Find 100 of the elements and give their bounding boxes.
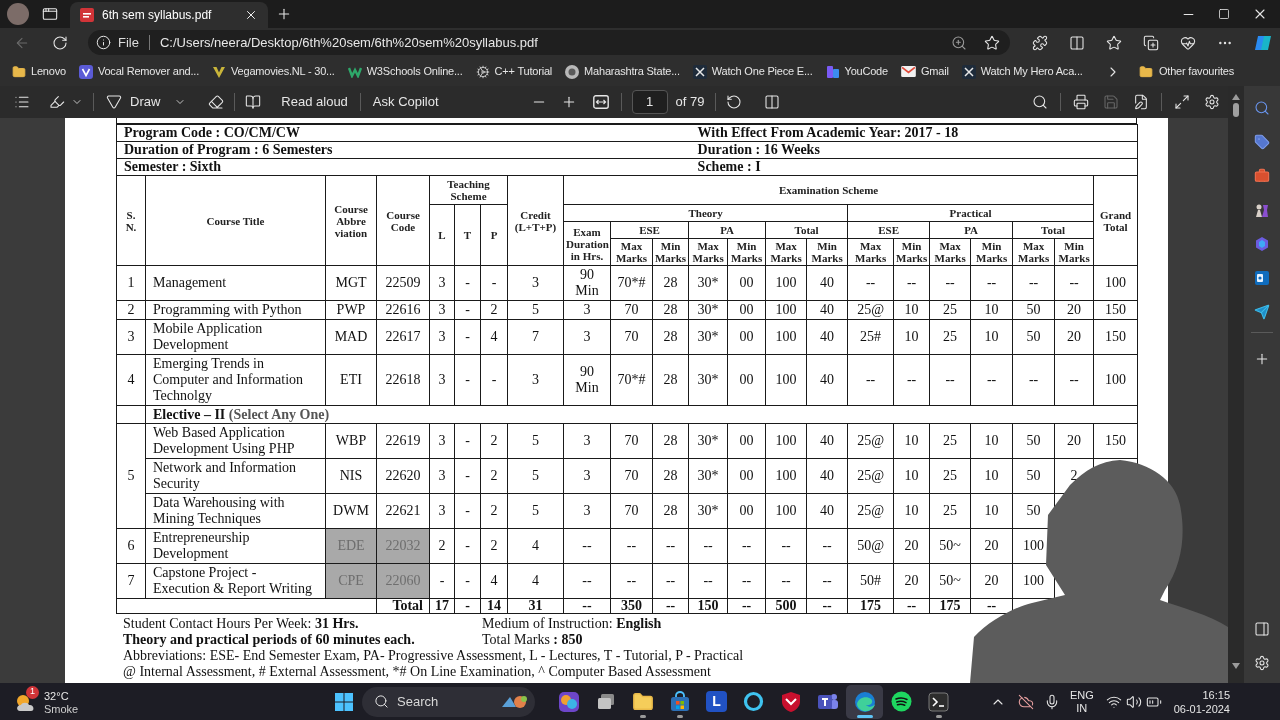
table-cell: 7 (116, 563, 146, 599)
zoom-icon[interactable] (951, 34, 967, 51)
bookmark-link[interactable]: Vegamovies.NL - 30... (210, 63, 337, 80)
split-screen-icon[interactable] (1069, 34, 1085, 51)
bookmark-link[interactable]: Lenovo (10, 63, 68, 80)
language-indicator[interactable]: ENG IN (1069, 688, 1094, 715)
browser-tab[interactable]: 6th sem syllabus.pdf (70, 2, 268, 28)
table-cell: 3 (563, 458, 611, 494)
refresh-icon[interactable] (52, 34, 68, 51)
scroll-up-arrow-icon[interactable] (1232, 94, 1240, 100)
table-cell: 40 (806, 300, 848, 320)
chess-pieces-icon[interactable] (1254, 202, 1270, 218)
heart-pulse-icon[interactable] (1180, 34, 1196, 51)
table-cell: 4 (480, 563, 508, 599)
draw-button[interactable]: Draw (104, 92, 189, 112)
v-shape-logo-icon (212, 64, 227, 79)
table-cell: 3 (429, 265, 455, 301)
bookmark-link[interactable]: Vocal Remover and... (76, 63, 202, 80)
info-icon[interactable] (96, 35, 111, 50)
list-icon[interactable] (14, 94, 30, 110)
section-note: (Select Any One) (228, 406, 330, 422)
table-cell: -- (727, 528, 766, 564)
sidebar-panel-icon[interactable] (1254, 621, 1270, 637)
draw-icon (106, 94, 122, 110)
table-cell: Data Warehousing with Mining Techniques (145, 493, 326, 529)
bookmark-link[interactable]: Watch My Hero Aca... (959, 63, 1085, 80)
column-header: Min Marks (727, 238, 766, 266)
tag-icon[interactable] (1254, 134, 1270, 150)
bookmark-link[interactable]: Watch One Piece E... (690, 63, 815, 80)
favorite-star-icon[interactable] (984, 34, 1000, 51)
search-field[interactable]: Search (362, 686, 535, 717)
address-bar[interactable]: File C:/Users/neera/Desktop/6th%20sem/6th%20sem%20syllabus.pdf (88, 30, 1010, 55)
running-indicator (856, 714, 873, 718)
cloud-off-icon[interactable] (1017, 693, 1034, 710)
column-header: Exam Duration in Hrs. (563, 221, 611, 266)
new-tab-icon[interactable] (276, 6, 292, 22)
table-cell: 2 (480, 493, 508, 529)
copilot-logo-icon[interactable] (1254, 33, 1272, 52)
hexagon-logo-icon[interactable] (1254, 236, 1270, 252)
search-icon[interactable] (1032, 94, 1048, 110)
weather-widget[interactable]: 1 32°C Smoke (14, 685, 79, 718)
table-cell: NIS (325, 458, 377, 494)
bookmark-link[interactable]: W3Schools Online... (345, 63, 465, 80)
bookmark-link[interactable]: Maharashtra State... (563, 63, 682, 80)
fullscreen-icon[interactable] (1174, 94, 1190, 110)
settings-icon[interactable] (1204, 94, 1220, 110)
table-cell: -- (563, 528, 611, 564)
profile-avatar[interactable] (7, 3, 29, 25)
extensions-icon[interactable] (1032, 34, 1048, 51)
table-cell: 28 (652, 300, 689, 320)
taskbar-button[interactable] (846, 684, 883, 719)
crossed-lines-icon (692, 64, 707, 79)
save-as-icon[interactable] (1133, 94, 1149, 110)
highlighter-icon[interactable] (49, 94, 65, 110)
page-view-icon[interactable] (763, 94, 780, 110)
bookmark-link[interactable]: Other favourites (1138, 63, 1234, 80)
scrollbar-thumb[interactable] (1233, 103, 1239, 117)
bookmark-link[interactable]: C++ Tutorial (473, 63, 555, 80)
bookmark-link[interactable]: Gmail (898, 63, 951, 80)
table-cell: 350 (610, 598, 653, 614)
scroll-down-arrow-icon[interactable] (1232, 663, 1240, 669)
table-cell: 22620 (376, 458, 430, 494)
rotate-icon[interactable] (725, 94, 742, 110)
table-cell: 5 (507, 423, 564, 459)
windows-logo-icon[interactable] (334, 692, 353, 711)
column-header: Course Title (145, 175, 326, 266)
favorites-star-icon[interactable] (1106, 34, 1122, 51)
mail-tile-icon[interactable] (1254, 270, 1270, 286)
table-cell: -- (893, 354, 930, 406)
table-cell: 150 (688, 598, 728, 614)
collections-icon[interactable] (1143, 34, 1159, 51)
toolbox-icon[interactable] (1254, 168, 1270, 184)
magnifier-icon[interactable] (1254, 100, 1270, 116)
table-cell: 30* (688, 493, 728, 529)
taskbar-button[interactable]: L (698, 684, 735, 719)
bookmark-link[interactable]: YouCode (823, 63, 890, 80)
volume-icon[interactable] (1125, 693, 1142, 710)
column-header: Grand Total (1093, 175, 1138, 266)
page-number-field[interactable]: 1 (631, 90, 668, 114)
clock[interactable]: 16:15 06-01-2024 (1173, 687, 1230, 716)
fit-width-icon[interactable] (592, 95, 609, 109)
maximize-icon[interactable] (1218, 8, 1230, 20)
add-icon[interactable] (1254, 351, 1270, 367)
column-header: S. N. (116, 175, 146, 266)
table-cell: 40 (806, 354, 848, 406)
table-cell: 70*# (610, 354, 653, 406)
eraser-icon[interactable] (208, 94, 225, 110)
table-cell: - (454, 300, 481, 320)
print-icon[interactable] (1073, 94, 1089, 110)
settings-icon[interactable] (1254, 655, 1270, 671)
read-aloud-button[interactable]: Read aloud (279, 92, 350, 112)
tab-actions-icon[interactable] (42, 6, 58, 22)
paper-plane-icon[interactable] (1254, 304, 1270, 320)
table-cell: 10 (893, 423, 930, 459)
close-tab-icon[interactable] (244, 8, 258, 22)
reader-icon[interactable] (245, 94, 262, 110)
table-cell: 22509 (376, 265, 430, 301)
ask-copilot-button[interactable]: Ask Copilot (370, 92, 441, 112)
table-cell: EDE (325, 528, 377, 564)
table-cell: 25@ (847, 493, 894, 529)
